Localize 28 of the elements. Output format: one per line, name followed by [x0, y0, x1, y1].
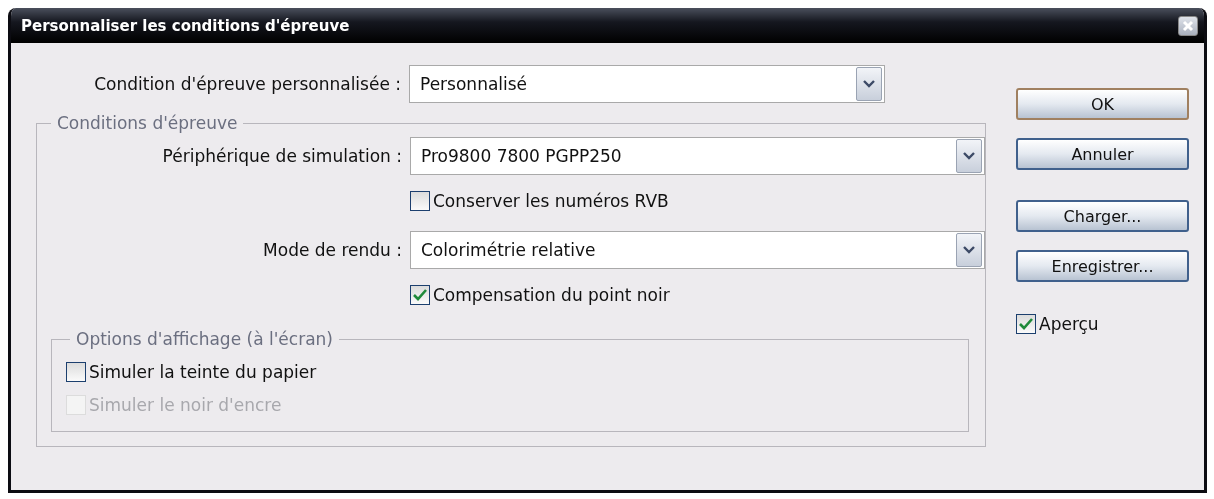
dialog-button[interactable]: OK	[1016, 88, 1189, 120]
field-label: Condition d'épreuve personnalisée :	[93, 74, 401, 94]
field-label: Périphérique de simulation :	[161, 146, 402, 166]
group-legend: Options d'affichage (à l'écran)	[70, 329, 339, 349]
window-title: Personnaliser les conditions d'épreuve	[21, 16, 350, 35]
checkbox-option[interactable]: Compensation du point noir	[410, 285, 985, 305]
dialog-button[interactable]: Charger...	[1016, 200, 1189, 232]
close-button[interactable]	[1178, 15, 1198, 36]
preview-checkbox[interactable]: Aperçu	[1016, 314, 1189, 334]
checkmark-icon	[413, 289, 427, 301]
checkbox-option[interactable]: Simuler la teinte du papier	[66, 361, 317, 382]
chevron-down-icon	[856, 67, 882, 101]
checkmark-icon	[1019, 318, 1033, 330]
chevron-down-icon	[956, 233, 982, 267]
dialog-button[interactable]: Enregistrer...	[1016, 250, 1189, 282]
checkbox[interactable]	[66, 361, 86, 382]
dropdown[interactable]: Pro9800 7800 PGPP250	[410, 137, 985, 175]
checkbox[interactable]	[1016, 314, 1036, 334]
chevron-down-icon	[956, 139, 982, 173]
field-label: Mode de rendu :	[262, 240, 402, 260]
group-legend: Conditions d'épreuve	[51, 113, 244, 133]
close-icon	[1182, 19, 1194, 32]
checkbox[interactable]	[410, 285, 430, 305]
checkbox-option[interactable]: Conserver les numéros RVB	[410, 191, 985, 211]
dropdown[interactable]: Colorimétrie relative	[410, 231, 985, 269]
checkbox[interactable]	[410, 191, 430, 211]
dropdown[interactable]: Personnalisé	[409, 65, 885, 103]
dialog-button[interactable]: Annuler	[1016, 138, 1189, 170]
